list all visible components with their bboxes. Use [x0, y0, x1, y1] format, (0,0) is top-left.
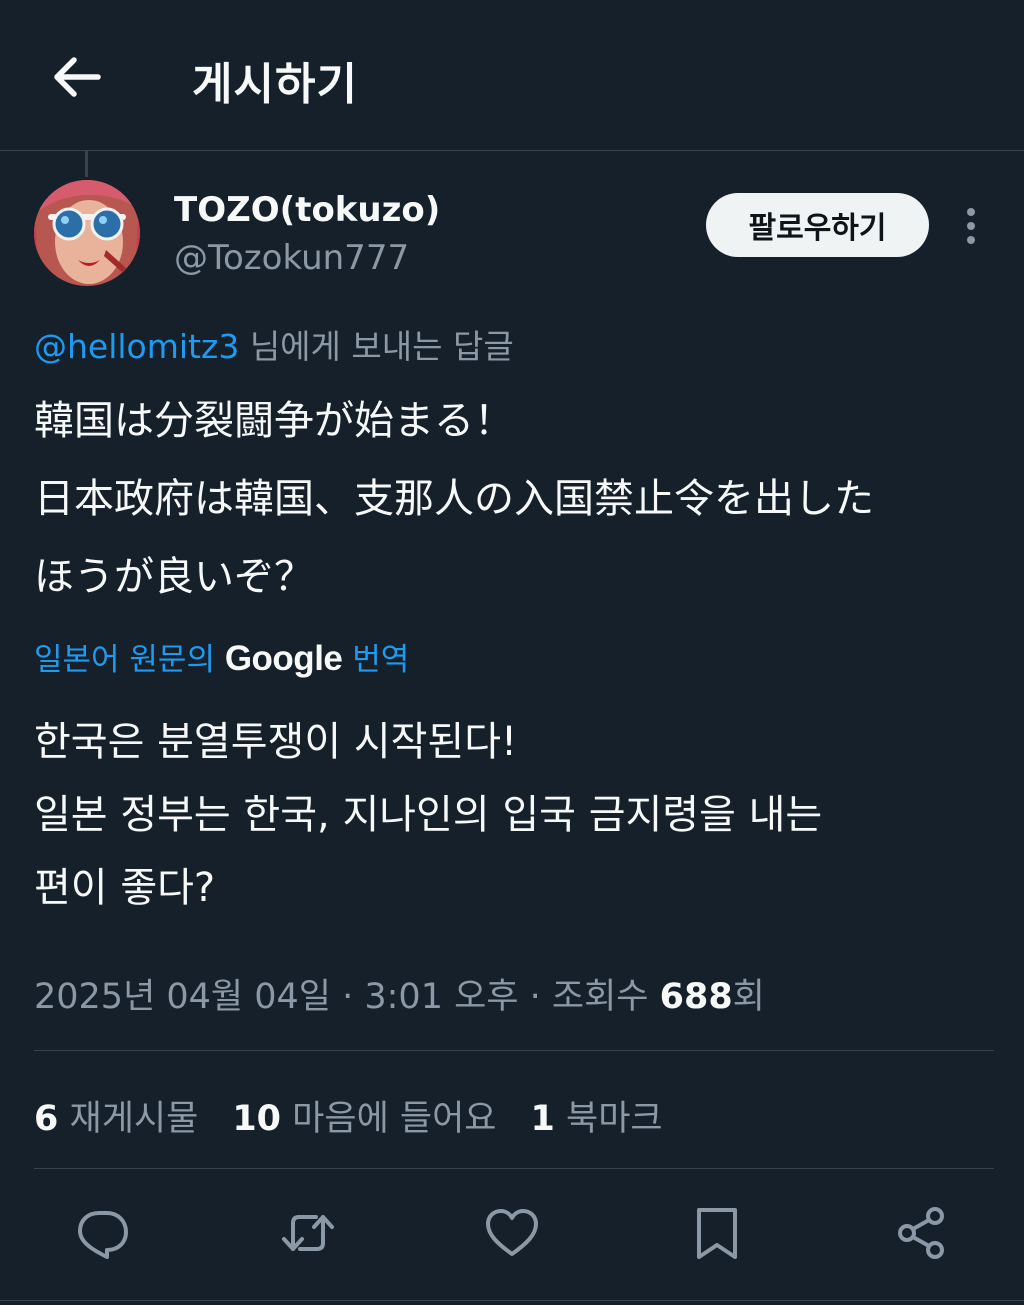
post-meta: 2025년 04월 04일 · 3:01 오후 · 조회수 688회 [34, 968, 765, 1019]
reply-icon[interactable] [75, 1205, 131, 1261]
view-count-suffix: 회 [732, 977, 765, 1017]
likes-label: 마음에 들어요 [292, 1099, 497, 1139]
google-logo: Google [224, 639, 343, 678]
post-translated-text: 한국은 분열투쟁이 시작된다! 일본 정부는 한국, 지나인의 입국 금지령을 … [34, 719, 823, 911]
reply-mention-link[interactable]: @hellomitz3 [34, 327, 239, 366]
author-handle[interactable]: @Tozokun777 [174, 238, 409, 278]
translation-suffix: 번역 [342, 642, 410, 678]
divider [34, 1168, 994, 1169]
author-name[interactable]: TOZO(tokuzo) [174, 190, 440, 230]
repost-icon[interactable] [280, 1205, 336, 1261]
reply-suffix: 님에게 보내는 답글 [239, 327, 514, 366]
post-datetime: 2025년 04월 04일 · 3:01 오후 · 조회수 [34, 977, 660, 1017]
translation-prefix: 일본어 원문의 [34, 642, 225, 678]
like-icon[interactable] [484, 1205, 540, 1261]
page-title: 게시하기 [192, 59, 358, 110]
bookmarks-label: 북마크 [566, 1099, 663, 1139]
post-original-text: 韓国は分裂闘争が始まる！ 日本政府は韓国、支那人の入国禁止令を出した ほうが良い… [34, 398, 874, 600]
reposts-label: 재게시물 [69, 1099, 199, 1139]
replying-to: @hellomitz3 님에게 보내는 답글 [34, 320, 514, 368]
arrow-left-icon[interactable] [48, 52, 104, 102]
bookmark-icon[interactable] [689, 1205, 745, 1261]
bookmarks-stat[interactable]: 1 북마크 [531, 1090, 663, 1141]
more-options-icon[interactable] [956, 204, 986, 248]
top-bar: 게시하기 [0, 0, 1024, 151]
reposts-count: 6 [34, 1099, 59, 1139]
reposts-stat[interactable]: 6 재게시물 [34, 1090, 198, 1141]
divider [0, 1300, 1024, 1301]
thread-line [85, 151, 88, 177]
translation-attribution[interactable]: 일본어 원문의 Google 번역 [34, 634, 409, 679]
share-icon[interactable] [893, 1205, 949, 1261]
follow-button[interactable]: 팔로우하기 [706, 193, 929, 257]
view-count: 688 [659, 977, 733, 1017]
bookmarks-count: 1 [530, 1099, 555, 1139]
avatar[interactable] [34, 180, 140, 286]
engagement-stats: 6 재게시물 10 마음에 들어요 1 북마크 [34, 1090, 697, 1141]
likes-count: 10 [232, 1099, 282, 1139]
likes-stat[interactable]: 10 마음에 들어요 [232, 1090, 496, 1141]
divider [34, 1050, 994, 1051]
